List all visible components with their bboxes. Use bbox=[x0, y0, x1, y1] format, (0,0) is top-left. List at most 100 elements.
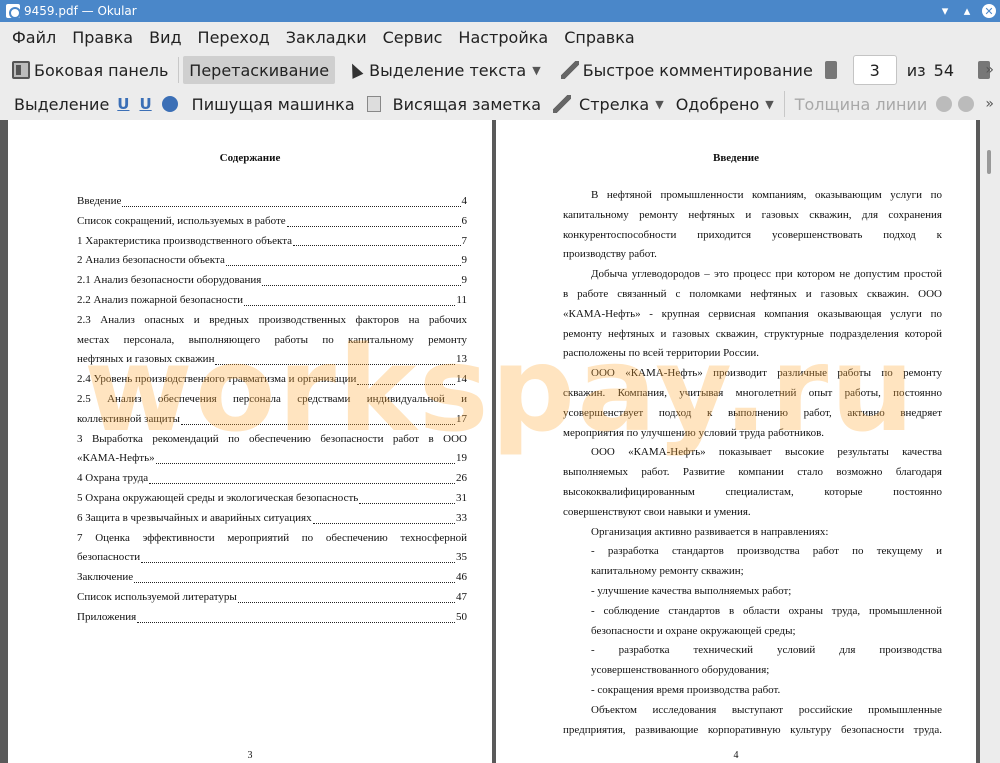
sticky-note-tool[interactable]: Висящая заметка bbox=[361, 90, 547, 118]
color-icon[interactable] bbox=[936, 96, 953, 112]
vertical-scrollbar[interactable] bbox=[980, 120, 1000, 763]
toc-entry[interactable]: нефтяных и газовых скважин 13 bbox=[77, 350, 467, 370]
toc-entry[interactable]: 2.1 Анализ безопасности оборудования 9 bbox=[77, 271, 467, 291]
underline-icon: U bbox=[117, 95, 130, 113]
menu-tools[interactable]: Сервис bbox=[375, 28, 451, 47]
toc-leader-dots bbox=[215, 364, 455, 366]
toolbar-overflow-icon[interactable]: » bbox=[985, 62, 994, 78]
toc-entry-title: 6 Защита в чрезвычайных и аварийных ситу… bbox=[77, 511, 312, 524]
sidebar-label: Боковая панель bbox=[34, 60, 169, 80]
toc-entry[interactable]: Заключение 46 bbox=[77, 568, 467, 588]
toc-leader-dots bbox=[262, 284, 461, 286]
toc-entry-page: 14 bbox=[456, 373, 467, 386]
menu-view[interactable]: Вид bbox=[141, 28, 189, 47]
chevron-down-icon[interactable]: ▼ bbox=[532, 64, 540, 77]
okular-app-icon bbox=[6, 4, 21, 19]
menubar: Файл Правка Вид Переход Закладки Сервис … bbox=[0, 22, 1000, 52]
table-of-contents: Введение 4 Список сокращений, используемых… bbox=[77, 192, 467, 628]
sidebar-button[interactable]: Боковая панель bbox=[6, 56, 174, 84]
toc-leader-dots bbox=[122, 205, 461, 207]
body-text-line: - соблюдение стандартов в области охраны… bbox=[591, 604, 942, 617]
toc-entry-page: 17 bbox=[456, 412, 467, 425]
chevron-down-icon[interactable]: ▼ bbox=[655, 98, 663, 111]
menu-edit[interactable]: Правка bbox=[64, 28, 141, 47]
toc-entry[interactable]: 1 Характеристика производственного объек… bbox=[77, 232, 467, 252]
window-title: 9459.pdf — Okular bbox=[24, 4, 137, 18]
toc-entry-page: 26 bbox=[456, 472, 467, 485]
menu-help[interactable]: Справка bbox=[556, 28, 643, 47]
scrollbar-thumb[interactable] bbox=[987, 150, 991, 174]
body-text-line: «КАМА-Нефть» - крупная сервисная компани… bbox=[563, 307, 942, 320]
squiggle-tool[interactable]: U bbox=[137, 90, 159, 118]
toc-entry-title: коллективной защиты bbox=[77, 412, 180, 425]
toc-entry[interactable]: Введение 4 bbox=[77, 192, 467, 212]
highlight-tool[interactable]: Выделение bbox=[8, 90, 115, 118]
body-text-line: мероприятия по улучшению условий труда р… bbox=[563, 426, 825, 439]
toc-entry-page: 47 bbox=[456, 590, 467, 603]
toc-entry-title: 2.2 Анализ пожарной безопасности bbox=[77, 293, 244, 306]
stamp-tool[interactable]: Одобрено ▼ bbox=[670, 90, 780, 118]
page-number-footer: 3 bbox=[247, 750, 253, 761]
quick-comment-button[interactable]: Быстрое комментирование bbox=[555, 56, 819, 84]
toolbar-separator bbox=[783, 91, 785, 117]
chevron-down-icon[interactable]: ▼ bbox=[765, 98, 773, 111]
toc-entry[interactable]: 5 Охрана окружающей среды и экологическа… bbox=[77, 489, 467, 509]
toc-entry-title: безопасности bbox=[77, 551, 141, 564]
body-text-line: усовершенствованного оборудования; bbox=[591, 664, 770, 677]
typewriter-tool[interactable]: Пишущая машинка bbox=[186, 90, 361, 118]
toc-entry-title: «КАМА-Нефть» bbox=[77, 452, 155, 465]
body-text-line: расположены по всей территории России. bbox=[563, 347, 760, 360]
drag-mode-button[interactable]: Перетаскивание bbox=[183, 56, 336, 84]
strikeout-tool[interactable] bbox=[160, 90, 186, 118]
body-text-line: капитальному ремонту нефтяных и газовых … bbox=[563, 208, 942, 221]
pen-icon bbox=[560, 61, 579, 79]
body-text-line: капитальному ремонту скважин; bbox=[591, 565, 744, 578]
toc-entry-page: 19 bbox=[456, 452, 467, 465]
menu-bookmarks[interactable]: Закладки bbox=[278, 28, 375, 47]
annotation-toolbar: Выделение U U Пишущая машинка Висящая за… bbox=[0, 88, 1000, 120]
toc-entry[interactable]: Приложения 50 bbox=[77, 608, 467, 628]
body-text-line: выполняемых работ. Развитие компании ста… bbox=[563, 466, 942, 479]
toolbar-overflow-icon[interactable]: » bbox=[985, 96, 994, 112]
toc-entry-page: 6 bbox=[461, 214, 468, 227]
toc-entry-title: 2.4 Уровень производственного травматизм… bbox=[77, 373, 357, 386]
toc-entry[interactable]: коллективной защиты 17 bbox=[77, 410, 467, 430]
body-text-line: ООО «КАМА-Нефть» производит различные ра… bbox=[591, 367, 942, 380]
main-toolbar: Боковая панель Перетаскивание Выделение … bbox=[0, 52, 1000, 88]
toc-entry[interactable]: Список используемой литературы 47 bbox=[77, 588, 467, 608]
toc-entry[interactable]: 2.2 Анализ пожарной безопасности 11 bbox=[77, 291, 467, 311]
minimize-button[interactable]: ▾ bbox=[934, 0, 956, 22]
body-text-line: - разработка технический условий для про… bbox=[591, 644, 942, 657]
toc-entry[interactable]: 4 Охрана труда 26 bbox=[77, 469, 467, 489]
text-select-button[interactable]: Выделение текста ▼ bbox=[343, 56, 547, 84]
toc-entry[interactable]: «КАМА-Нефть» 19 bbox=[77, 449, 467, 469]
line-width-control[interactable]: Толщина линии bbox=[789, 90, 934, 118]
window-titlebar[interactable]: 9459.pdf — Okular ▾ ▴ ✕ bbox=[0, 0, 1000, 22]
toc-entry[interactable]: безопасности 35 bbox=[77, 548, 467, 568]
body-text-line: производству работ. bbox=[563, 248, 657, 261]
toc-entry[interactable]: 6 Защита в чрезвычайных и аварийных ситу… bbox=[77, 509, 467, 529]
toc-entry[interactable]: Список сокращений, используемых в работе… bbox=[77, 212, 467, 232]
maximize-button[interactable]: ▴ bbox=[956, 0, 978, 22]
arrow-tool[interactable]: Стрелка ▼ bbox=[547, 90, 670, 118]
squiggle-icon: U bbox=[139, 95, 152, 113]
menu-file[interactable]: Файл bbox=[4, 28, 64, 47]
toc-entry-line: 2.3 Анализ опасных и вредных производств… bbox=[77, 313, 467, 326]
body-text-line: - сокращения время производства работ. bbox=[591, 683, 781, 696]
menu-settings[interactable]: Настройка bbox=[450, 28, 556, 47]
underline-tool[interactable]: U bbox=[115, 90, 137, 118]
toc-entry[interactable]: 2 Анализ безопасности объекта 9 bbox=[77, 251, 467, 271]
toc-entry-title: Список сокращений, используемых в работе bbox=[77, 214, 286, 227]
page-number-input[interactable]: 3 bbox=[852, 55, 897, 85]
toc-entry-title: Приложения bbox=[77, 610, 137, 623]
opacity-icon[interactable] bbox=[958, 96, 975, 112]
toc-entry-line: 2.5 Анализ обеспечения персонала средств… bbox=[77, 392, 467, 405]
toc-entry[interactable]: 2.4 Уровень производственного травматизм… bbox=[77, 370, 467, 390]
toc-entry-page: 4 bbox=[461, 195, 468, 207]
document-page-3: Содержание Введение 4 Список сокращений, и… bbox=[8, 120, 492, 763]
menu-go[interactable]: Переход bbox=[190, 28, 278, 47]
previous-page-button[interactable] bbox=[819, 56, 847, 84]
arrow-icon bbox=[553, 95, 572, 113]
document-viewport[interactable]: Содержание Введение 4 Список сокращений, и… bbox=[0, 120, 1000, 763]
close-button[interactable]: ✕ bbox=[978, 0, 1000, 22]
